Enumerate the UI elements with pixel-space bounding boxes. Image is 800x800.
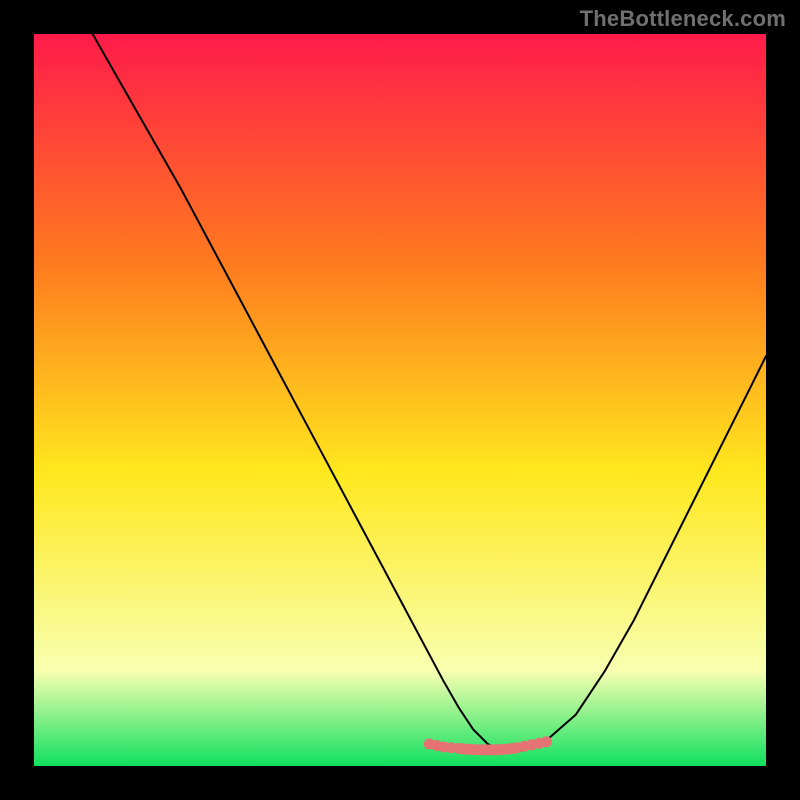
gradient-background [34,34,766,766]
chart-frame: TheBottleneck.com [0,0,800,800]
chart-svg [34,34,766,766]
plot-area [34,34,766,766]
marker-dot [541,736,552,747]
watermark-text: TheBottleneck.com [580,6,786,32]
